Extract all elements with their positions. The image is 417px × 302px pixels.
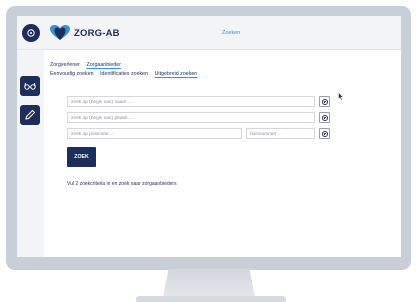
pencil-icon — [25, 109, 36, 120]
place-input[interactable]: zoek op (begin van) plaats ... — [67, 112, 315, 123]
menu-circle-icon — [27, 29, 35, 37]
sidebar-item-search[interactable] — [20, 76, 40, 96]
add-address-criterion-button[interactable] — [319, 128, 330, 139]
monitor-stand-neck — [163, 269, 255, 297]
add-place-criterion-button[interactable] — [319, 112, 330, 123]
postcode-input[interactable]: zoek op postcode ... — [67, 128, 242, 139]
search-hint: Vul 2 zoekcriteria in en zoek naar zorga… — [67, 181, 177, 187]
glasses-icon — [24, 82, 36, 90]
plus-circle-icon — [321, 98, 328, 105]
sidebar — [17, 50, 44, 257]
monitor-stand-base — [136, 296, 286, 302]
mouse-cursor-icon — [338, 92, 344, 101]
tab-zorgaanbieder[interactable]: Zorgaanbieder — [87, 62, 121, 68]
tab-identificaties-zoeken[interactable]: Identificaties zoeken — [100, 71, 148, 77]
tab-uitgebreid-zoeken[interactable]: Uitgebreid zoeken — [155, 71, 198, 77]
house-number-input[interactable]: huisnummer ... — [246, 128, 315, 139]
menu-button[interactable] — [22, 24, 40, 42]
secondary-tabs: Eenvoudig zoeken Identificaties zoeken U… — [50, 71, 202, 77]
app-header: ZORG-AB Zoeken — [17, 16, 401, 50]
add-name-criterion-button[interactable] — [319, 96, 330, 107]
app-screen: ZORG-AB Zoeken Zorgverlener Zorgaanbiede… — [17, 16, 401, 257]
sidebar-item-edit[interactable] — [20, 105, 40, 125]
page-title: Zoeken — [222, 30, 241, 36]
monitor-frame: ZORG-AB Zoeken Zorgverlener Zorgaanbiede… — [6, 6, 411, 270]
tab-zorgverlener[interactable]: Zorgverlener — [50, 62, 80, 68]
brand-name: ZORG-AB — [74, 27, 120, 39]
plus-circle-icon — [321, 114, 328, 121]
brand-logo[interactable]: ZORG-AB — [50, 23, 120, 43]
search-panel: Zorgverlener Zorgaanbieder Eenvoudig zoe… — [50, 50, 401, 257]
name-input[interactable]: zoek op (begin van) naam ... — [67, 96, 315, 107]
tab-eenvoudig-zoeken[interactable]: Eenvoudig zoeken — [50, 71, 94, 77]
search-button[interactable]: ZOEK — [67, 147, 96, 167]
plus-circle-icon — [321, 130, 328, 137]
primary-tabs: Zorgverlener Zorgaanbieder — [50, 62, 126, 68]
heart-logo-icon — [50, 25, 70, 40]
